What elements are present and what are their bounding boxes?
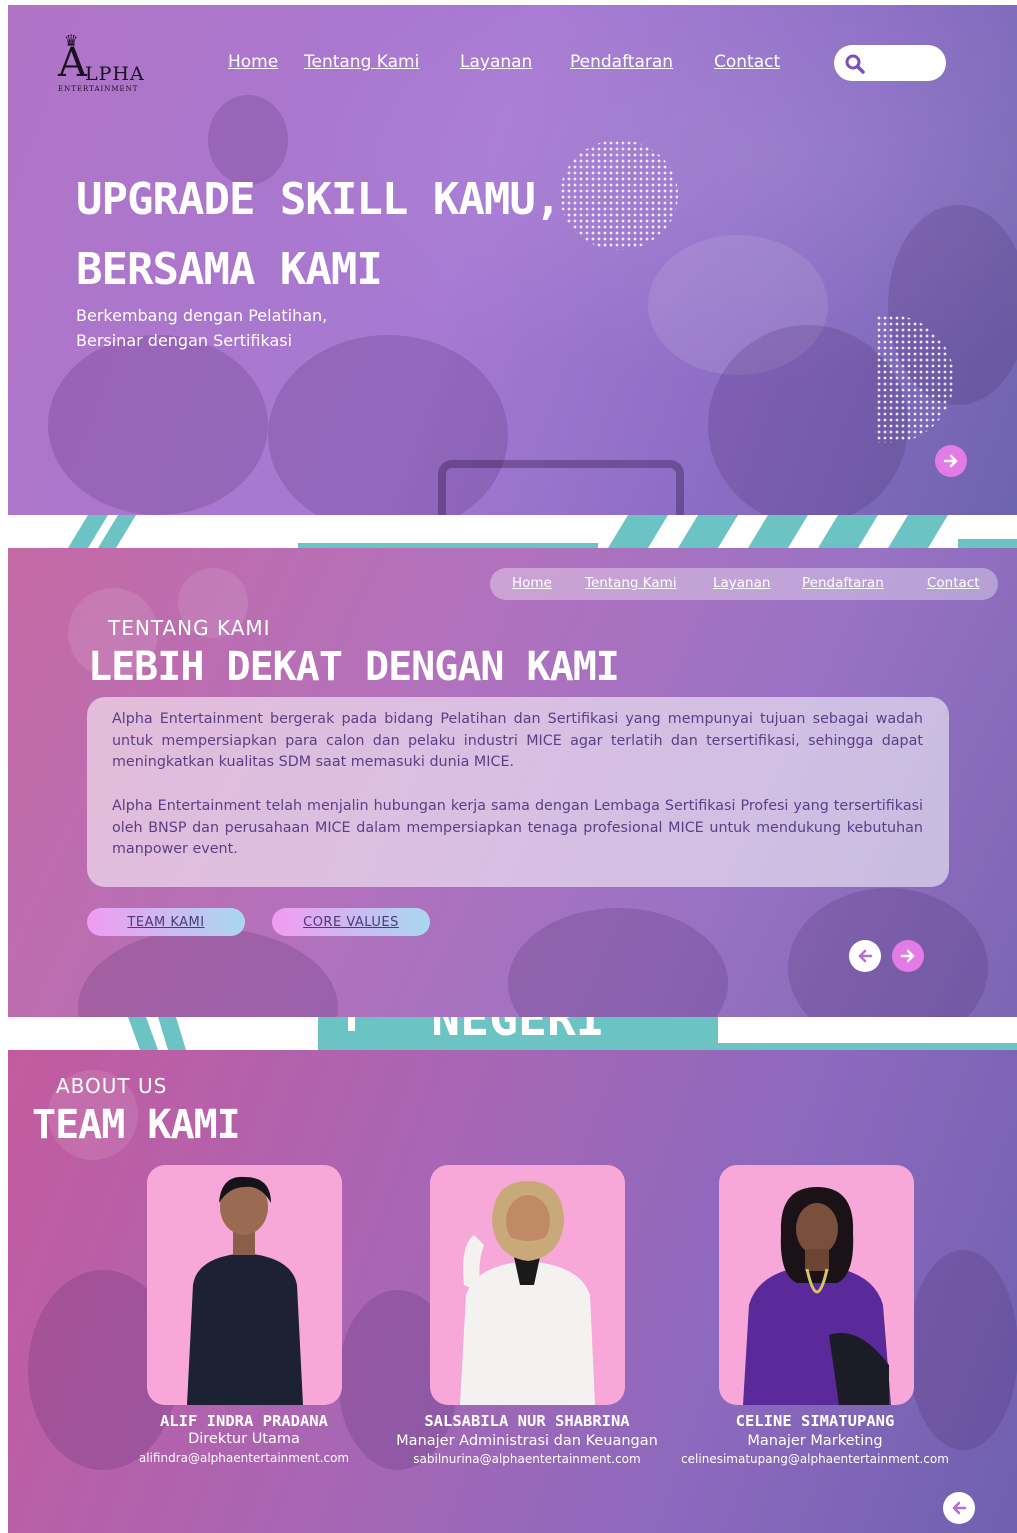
member-email[interactable]: sabilnurina@alphaentertainment.com (382, 1452, 672, 1466)
member-name: ALIF INDRA PRADANA (160, 1412, 328, 1430)
member-email[interactable]: alifindra@alphaentertainment.com (114, 1451, 374, 1465)
hero-subtitle-line2: Bersinar dengan Sertifikasi (76, 331, 293, 350)
band-text: NEGERI (431, 1017, 604, 1047)
logo-letter: A (58, 40, 87, 86)
about-paragraph-1: Alpha Entertainment bergerak pada bidang… (112, 711, 923, 770)
member-email[interactable]: celinesimatupang@alphaentertainment.com (665, 1452, 965, 1466)
team-kicker: ABOUT US (56, 1074, 168, 1098)
arrow-right-icon (943, 454, 958, 468)
hero-subtitle-line1: Berkembang dengan Pelatihan, (76, 306, 328, 325)
team-card-celine (719, 1165, 914, 1405)
prev-slide-button[interactable] (943, 1492, 975, 1524)
next-slide-button[interactable] (935, 445, 967, 477)
laptop-shape (438, 460, 684, 515)
bg-shape (48, 335, 268, 515)
arrow-left-icon (952, 1501, 967, 1515)
member-role: Manajer Marketing (747, 1433, 883, 1449)
nav-pendaftaran[interactable]: Pendaftaran (802, 575, 884, 591)
person-photo (743, 1187, 891, 1405)
nav-layanan[interactable]: Layanan (460, 52, 532, 72)
nav-home[interactable]: Home (512, 575, 552, 591)
logo-subtitle: ENTERTAINMENT (58, 85, 139, 93)
about-description-box: Alpha Entertainment bergerak pada bidang… (87, 697, 949, 887)
person-photo (187, 1176, 303, 1405)
nav-contact[interactable]: Contact (714, 52, 780, 72)
nav-tentang-kami[interactable]: Tentang Kami (585, 575, 677, 591)
team-section: ABOUT US TEAM KAMI ALIF INDRA PRADANA Di… (8, 1050, 1017, 1533)
hero-title-line2: BERSAMA KAMI (76, 244, 383, 295)
member-role: Manajer Administrasi dan Keuangan (396, 1433, 658, 1449)
team-card-alif (147, 1165, 342, 1405)
bg-shape (908, 1250, 1017, 1450)
about-section: Home Tentang Kami Layanan Pendaftaran Co… (8, 548, 1017, 1017)
about-title: LEBIH DEKAT DENGAN KAMI (88, 644, 620, 690)
member-role: Direktur Utama (188, 1431, 300, 1447)
arrow-left-icon (858, 949, 873, 963)
decorative-band: NEGERI (8, 1017, 1017, 1050)
hero-title-line1: UPGRADE SKILL KAMU, (76, 174, 561, 225)
dot-pattern-top (560, 140, 678, 250)
person-photo (460, 1181, 595, 1405)
nav-pendaftaran[interactable]: Pendaftaran (570, 52, 673, 72)
team-card-salsabila (430, 1165, 625, 1405)
decorative-band (8, 515, 1017, 548)
nav-tentang-kami[interactable]: Tentang Kami (304, 52, 419, 72)
nav-contact[interactable]: Contact (927, 575, 980, 591)
prev-slide-button[interactable] (849, 940, 881, 972)
bg-shape (788, 888, 988, 1017)
search-input[interactable] (834, 45, 946, 81)
about-kicker: TENTANG KAMI (108, 616, 271, 640)
search-icon (845, 54, 865, 74)
nav-home[interactable]: Home (228, 52, 278, 72)
hero-section: ♛ A LPHA ENTERTAINMENT Home Tentang Kami… (8, 5, 1017, 515)
hero-title: UPGRADE SKILL KAMU, BERSAMA KAMI (76, 165, 561, 305)
next-slide-button[interactable] (892, 940, 924, 972)
nav-layanan[interactable]: Layanan (713, 575, 770, 591)
member-name: CELINE SIMATUPANG (735, 1412, 895, 1430)
bg-shape (78, 928, 338, 1017)
core-values-button[interactable]: CORE VALUES (272, 908, 430, 936)
bg-shape (508, 908, 728, 1017)
about-paragraph-2: Alpha Entertainment telah menjalin hubun… (112, 798, 923, 857)
teal-stripes-graphic: NEGERI (128, 1017, 1017, 1050)
team-kami-button[interactable]: TEAM KAMI (87, 908, 245, 936)
team-title: TEAM KAMI (32, 1102, 241, 1148)
secondary-nav: Home Tentang Kami Layanan Pendaftaran Co… (490, 568, 998, 600)
teal-stripes-graphic (68, 515, 1017, 548)
hero-subtitle: Berkembang dengan Pelatihan, Bersinar de… (76, 303, 327, 353)
member-name: SALSABILA NUR SHABRINA (424, 1412, 630, 1430)
alpha-logo[interactable]: ♛ A LPHA ENTERTAINMENT (58, 33, 158, 95)
arrow-right-icon (900, 949, 915, 963)
logo-word: LPHA (85, 63, 145, 85)
